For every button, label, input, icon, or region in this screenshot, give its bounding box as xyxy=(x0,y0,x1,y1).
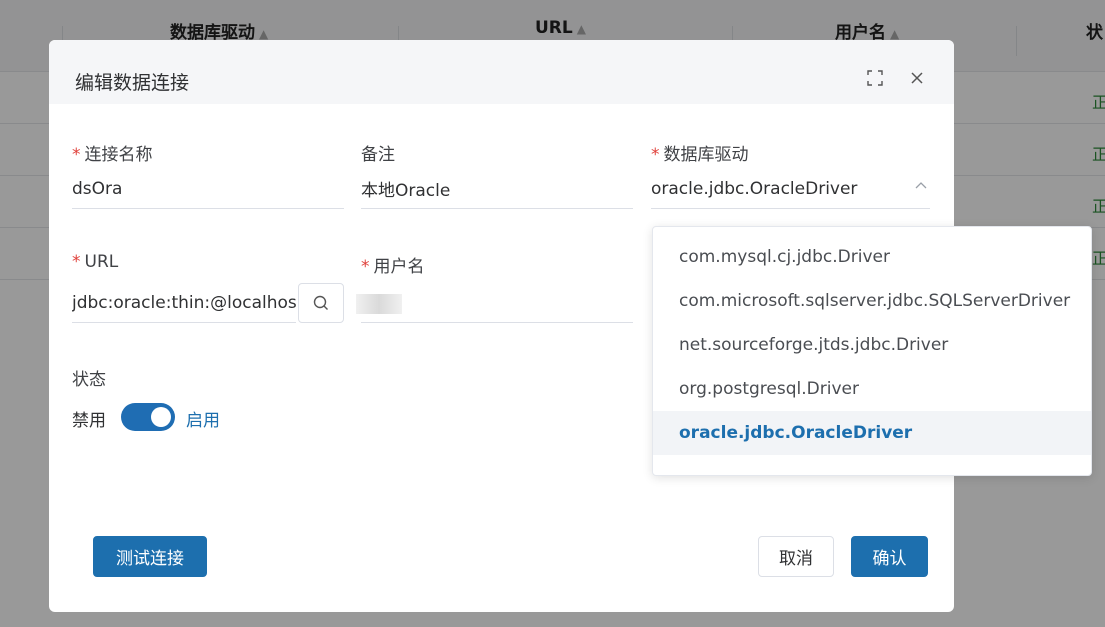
confirm-button[interactable]: 确认 xyxy=(851,536,928,577)
dialog-title: 编辑数据连接 xyxy=(75,72,190,94)
toggle-knob xyxy=(151,407,171,427)
driver-label: * 数据库驱动 xyxy=(651,145,749,165)
blurred-username-value xyxy=(356,294,402,314)
username-label: * 用户名 xyxy=(361,257,425,277)
connection-name-input[interactable]: dsOra xyxy=(72,169,344,209)
status-label: 状态 xyxy=(72,370,106,390)
dropdown-option[interactable]: com.microsoft.sqlserver.jdbc.SQLServerDr… xyxy=(653,279,1091,323)
search-icon xyxy=(313,295,328,310)
dialog-header: 编辑数据连接 xyxy=(49,40,954,104)
close-icon[interactable] xyxy=(907,68,927,88)
switch-off-label: 禁用 xyxy=(72,411,106,431)
dropdown-option[interactable]: com.mysql.cj.jdbc.Driver xyxy=(653,235,1091,279)
url-label: * URL xyxy=(72,252,119,272)
switch-on-label: 启用 xyxy=(186,411,220,431)
fullscreen-icon[interactable] xyxy=(865,68,885,88)
test-connection-button[interactable]: 测试连接 xyxy=(93,536,207,577)
cancel-button[interactable]: 取消 xyxy=(758,536,834,577)
dropdown-option[interactable]: org.postgresql.Driver xyxy=(653,367,1091,411)
dropdown-option[interactable]: net.sourceforge.jtds.jdbc.Driver xyxy=(653,323,1091,367)
status-toggle[interactable] xyxy=(121,403,175,431)
remark-label: 备注 xyxy=(361,145,395,165)
chevron-up-icon xyxy=(914,179,928,197)
driver-dropdown: com.mysql.cj.jdbc.Driver com.microsoft.s… xyxy=(652,226,1092,476)
remark-input[interactable]: 本地Oracle xyxy=(361,169,633,209)
connection-name-label: * 连接名称 xyxy=(72,145,153,165)
dropdown-option-selected[interactable]: oracle.jdbc.OracleDriver xyxy=(653,411,1091,455)
url-input[interactable]: jdbc:oracle:thin:@localhost: xyxy=(72,283,296,323)
url-search-button[interactable] xyxy=(298,283,344,323)
driver-select[interactable]: oracle.jdbc.OracleDriver xyxy=(651,169,930,209)
